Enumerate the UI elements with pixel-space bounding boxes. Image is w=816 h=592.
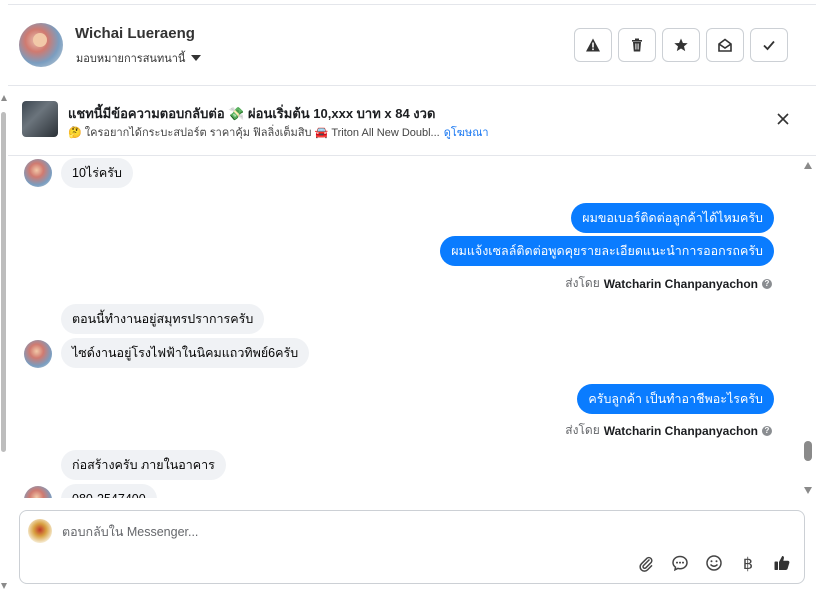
baht-icon: ฿ xyxy=(742,553,754,573)
page-avatar xyxy=(28,519,52,543)
reply-input[interactable] xyxy=(62,521,762,543)
thread-scrollbar[interactable] xyxy=(800,156,816,498)
header-actions xyxy=(574,28,788,62)
scrollbar-thumb[interactable] xyxy=(804,441,812,461)
smiley-icon xyxy=(706,555,722,571)
message-thread[interactable]: 10ไร่ครับ ผมขอเบอร์ติดต่อลูกค้าได้ไหมครั… xyxy=(8,156,800,498)
check-icon xyxy=(763,40,775,51)
contact-avatar-small xyxy=(24,486,52,498)
message-incoming: ตอนนี้ทำงานอยู่สมุทรปราการครับ xyxy=(61,304,265,334)
mark-done-button[interactable] xyxy=(750,28,788,62)
attach-button[interactable] xyxy=(636,553,656,573)
ad-subtitle: 🤔 ใครอยากได้กระบะสปอร์ต ราคาคุ้ม ฟิลลิ่ง… xyxy=(68,127,440,139)
message-bubble[interactable]: 080-2547400 xyxy=(61,484,157,498)
scroll-down-arrow-icon[interactable] xyxy=(804,487,812,494)
message-bubble[interactable]: ไซด์งานอยู่โรงไฟฟ้าในนิคมแถวทิพย์6ครับ xyxy=(61,338,310,368)
contact-name[interactable]: Wichai Lueraeng xyxy=(75,25,195,42)
message-outgoing: ผมขอเบอร์ติดต่อลูกค้าได้ไหมครับ xyxy=(571,203,774,233)
payment-button[interactable]: ฿ xyxy=(738,553,758,573)
reply-composer: ฿ xyxy=(19,510,805,584)
chat-bubble-icon xyxy=(672,555,688,572)
view-ad-link[interactable]: ดูโฆษณา xyxy=(444,123,489,141)
mark-unread-icon xyxy=(718,38,732,52)
inbox-conversation-panel: Wichai Lueraeng มอบหมายการสนทนานี้ แชทนี… xyxy=(0,0,816,592)
message-outgoing: ครับลูกค้า เป็นทำอาชีพอะไรครับ xyxy=(577,384,774,414)
assign-label: มอบหมายการสนทนานี้ xyxy=(76,53,186,65)
sent-by-name: Watcharin Chanpanyachon xyxy=(603,423,758,438)
assign-conversation-dropdown[interactable]: มอบหมายการสนทนานี้ xyxy=(76,49,202,67)
close-icon[interactable] xyxy=(774,110,792,128)
trash-icon xyxy=(632,38,642,52)
sent-by-label: ส่งโดย Watcharin Chanpanyachon ? xyxy=(565,421,772,440)
message-bubble[interactable]: ก่อสร้างครับ ภายในอาคาร xyxy=(61,450,226,480)
sent-by-prefix: ส่งโดย xyxy=(565,423,600,437)
sent-by-label: ส่งโดย Watcharin Chanpanyachon ? xyxy=(565,274,772,293)
info-icon[interactable]: ? xyxy=(762,425,772,436)
message-bubble[interactable]: ครับลูกค้า เป็นทำอาชีพอะไรครับ xyxy=(577,384,774,414)
like-button[interactable] xyxy=(772,553,792,573)
saved-replies-button[interactable] xyxy=(670,553,690,573)
message-outgoing: ผมแจ้งเซลล์ติดต่อพูดคุยรายละเอียดแนะนำกา… xyxy=(440,236,774,266)
conversation-header: Wichai Lueraeng มอบหมายการสนทนานี้ xyxy=(8,4,816,86)
contact-avatar-small xyxy=(24,340,52,368)
message-incoming: 080-2547400 xyxy=(61,484,157,498)
contact-avatar[interactable] xyxy=(19,23,63,67)
scroll-up-arrow-icon[interactable] xyxy=(804,162,812,169)
mark-unread-button[interactable] xyxy=(706,28,744,62)
message-bubble[interactable]: ผมขอเบอร์ติดต่อลูกค้าได้ไหมครับ xyxy=(571,203,774,233)
paperclip-icon xyxy=(639,556,653,572)
star-icon xyxy=(674,38,688,52)
sent-by-prefix: ส่งโดย xyxy=(565,276,600,290)
scroll-down-arrow-icon[interactable] xyxy=(1,583,7,589)
info-icon[interactable]: ? xyxy=(762,278,772,289)
message-incoming: ไซด์งานอยู่โรงไฟฟ้าในนิคมแถวทิพย์6ครับ xyxy=(61,338,310,368)
ad-title: แชทนี้มีข้อความตอบกลับต่อ 💸 ผ่อนเริ่มต้น… xyxy=(68,106,436,121)
message-bubble[interactable]: ผมแจ้งเซลล์ติดต่อพูดคุยรายละเอียดแนะนำกา… xyxy=(440,236,774,266)
scroll-up-arrow-icon[interactable] xyxy=(1,95,7,101)
composer-tools: ฿ xyxy=(636,553,792,573)
contact-avatar-small xyxy=(24,159,52,187)
sent-by-name: Watcharin Chanpanyachon xyxy=(603,276,758,291)
scrollbar-thumb[interactable] xyxy=(1,112,6,452)
left-scrollbar[interactable] xyxy=(0,92,8,592)
caret-down-icon[interactable] xyxy=(191,55,202,61)
star-button[interactable] xyxy=(662,28,700,62)
message-incoming: ก่อสร้างครับ ภายในอาคาร xyxy=(61,450,226,480)
ad-context-banner: แชทนี้มีข้อความตอบกลับต่อ 💸 ผ่อนเริ่มต้น… xyxy=(8,86,816,156)
message-bubble[interactable]: ตอนนี้ทำงานอยู่สมุทรปราการครับ xyxy=(61,304,265,334)
emoji-button[interactable] xyxy=(704,553,724,573)
spam-button[interactable] xyxy=(574,28,612,62)
message-bubble[interactable]: 10ไร่ครับ xyxy=(61,158,133,188)
ad-thumbnail[interactable] xyxy=(22,101,58,137)
delete-button[interactable] xyxy=(618,28,656,62)
message-incoming: 10ไร่ครับ xyxy=(61,158,133,188)
ad-subtitle-row: 🤔 ใครอยากได้กระบะสปอร์ต ราคาคุ้ม ฟิลลิ่ง… xyxy=(68,123,489,141)
thumbs-up-icon xyxy=(774,556,790,570)
warning-icon xyxy=(586,38,600,52)
